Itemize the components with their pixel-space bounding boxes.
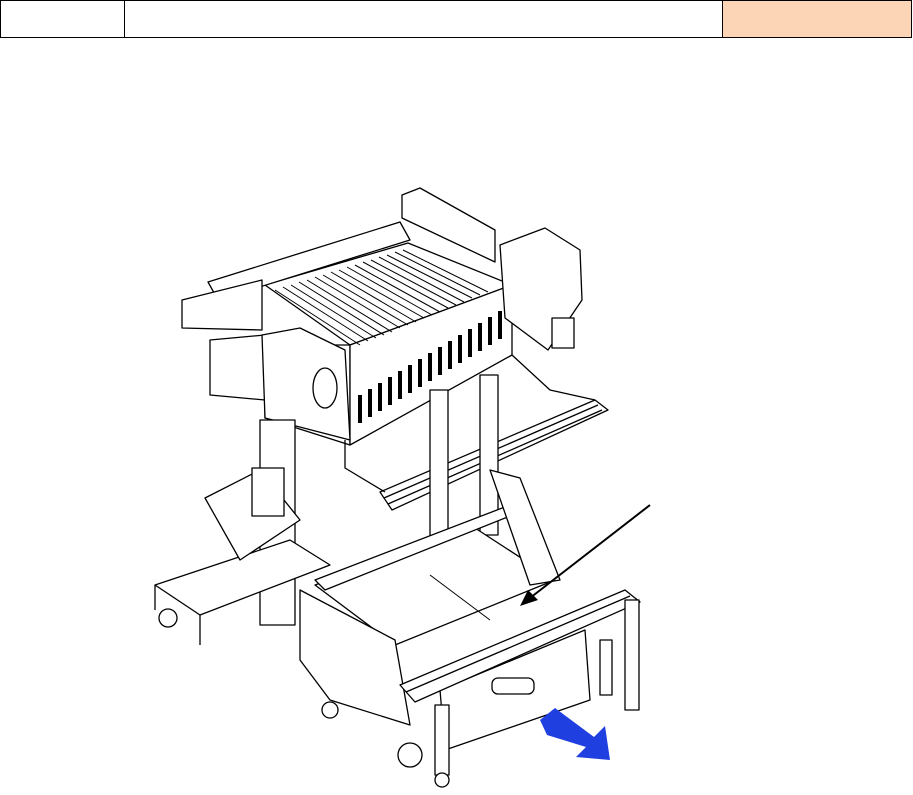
- pull-direction-arrow: [540, 708, 610, 760]
- machine-illustration: [154, 187, 651, 788]
- feeder-bank: [181, 187, 583, 446]
